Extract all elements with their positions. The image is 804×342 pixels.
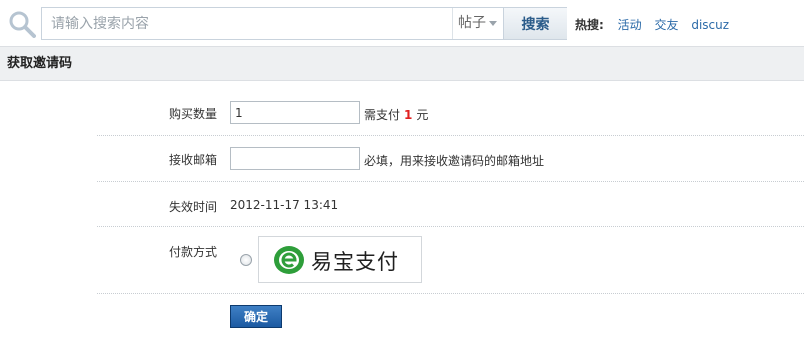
payment-option-name: 易宝支付: [311, 250, 399, 274]
pay-unit: 元: [416, 108, 429, 122]
payment-option-yeepay[interactable]: 易宝支付: [258, 236, 422, 283]
quantity-label: 购买数量: [169, 107, 218, 121]
page-title: 获取邀请码: [7, 56, 73, 71]
hot-link-activity[interactable]: 活动: [618, 18, 642, 32]
expire-label: 失效时间: [169, 200, 218, 214]
chevron-down-icon: [489, 20, 497, 26]
form-row-payment: [97, 227, 804, 294]
search-button[interactable]: 搜索: [503, 8, 567, 39]
submit-button[interactable]: 确定: [230, 305, 282, 328]
pay-amount: 1: [404, 108, 413, 122]
search-input[interactable]: [42, 8, 452, 39]
email-label: 接收邮箱: [169, 153, 218, 167]
search-box: 帖子 搜索: [41, 7, 567, 40]
email-hint: 必填，用来接收邀请码的邮箱地址: [364, 154, 545, 168]
pay-prefix: 需支付: [364, 108, 401, 122]
hot-searches: 热搜: 活动 交友 discuz: [575, 16, 738, 33]
quantity-input[interactable]: [230, 101, 360, 124]
search-type-label: 帖子: [458, 15, 486, 31]
hot-label: 热搜:: [575, 18, 604, 32]
expire-value: 2012-11-17 13:41: [230, 198, 339, 212]
pay-amount-note: 需支付 1 元: [364, 106, 428, 123]
hot-link-discuz[interactable]: discuz: [691, 18, 729, 32]
search-bar: 帖子 搜索 热搜: 活动 交友 discuz: [0, 0, 804, 46]
payment-radio[interactable]: [240, 254, 252, 266]
search-type-select[interactable]: 帖子: [452, 8, 502, 39]
search-icon: [9, 11, 36, 38]
email-field[interactable]: [230, 147, 360, 170]
hot-link-friends[interactable]: 交友: [654, 18, 678, 32]
yeepay-logo-icon: [274, 246, 304, 274]
payment-label: 付款方式: [169, 245, 218, 259]
page-header: 获取邀请码: [0, 46, 804, 81]
